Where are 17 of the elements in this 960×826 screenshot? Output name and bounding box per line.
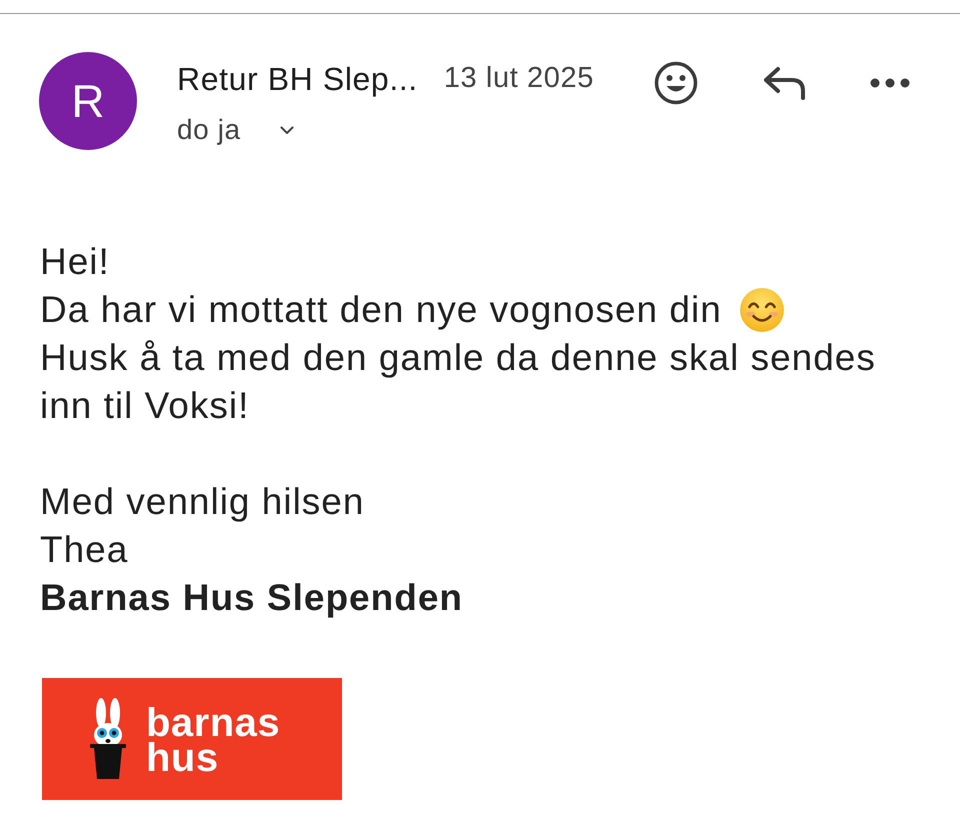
sender-name: Retur BH Slep... xyxy=(177,60,418,99)
message-text: Med vennlig hilsen xyxy=(40,480,366,524)
logo-text: hus xyxy=(146,741,219,776)
message-text: Thea xyxy=(40,528,130,572)
chevron-down-icon[interactable] xyxy=(280,126,294,134)
reply-icon[interactable] xyxy=(762,65,806,101)
sender-avatar[interactable]: R xyxy=(39,52,137,150)
email-date: 13 lut 2025 xyxy=(444,61,594,96)
more-options-icon[interactable] xyxy=(870,78,910,88)
message-text: Hei! xyxy=(40,240,111,284)
signature-company: Barnas Hus Slependen xyxy=(40,576,464,620)
logo-text: barnas xyxy=(146,706,280,741)
smiley-face-icon[interactable] xyxy=(654,61,698,105)
message-text: Da har vi mottatt den nye vognosen din xyxy=(40,288,722,332)
smiling-emoji-icon xyxy=(738,287,785,333)
message-text: Husk å ta med den gamle da denne skal sendes inn til Voksi! xyxy=(40,336,877,428)
recipient-label: do ja xyxy=(177,113,241,147)
